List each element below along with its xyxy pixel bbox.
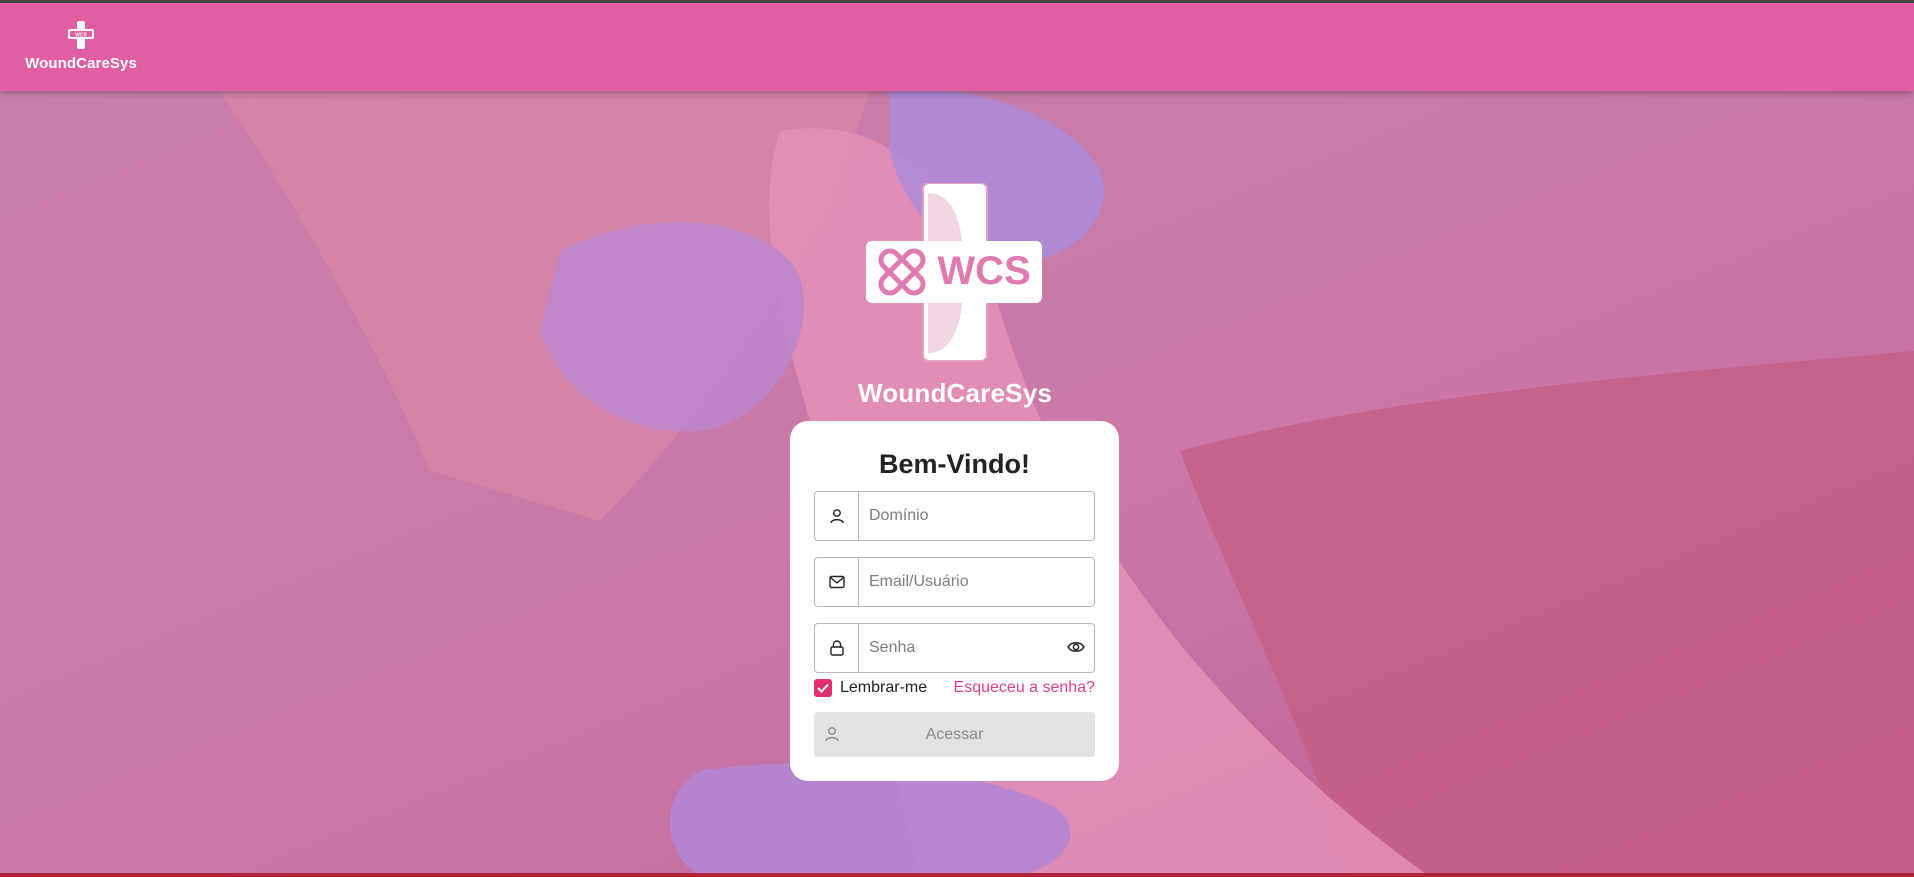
remember-me-label[interactable]: Lembrar-me [840, 679, 927, 697]
remember-me: Lembrar-me [814, 679, 927, 697]
submit-button-label: Acessar [925, 725, 984, 743]
password-input[interactable] [858, 623, 1095, 673]
login-card: Bem-Vindo! Domínio Email/Usuário Lembrar… [790, 421, 1119, 781]
eye-icon[interactable] [1067, 638, 1085, 656]
login-page: WCS WoundCareSys WCS WoundCareSys Bem-Vi… [0, 0, 1914, 877]
domain-addon [814, 491, 858, 541]
email-field-group [814, 557, 1095, 607]
password-addon [814, 623, 858, 673]
domain-input[interactable] [858, 491, 1095, 541]
hero-brand-name: WoundCareSys [857, 378, 1053, 408]
navbar-brand[interactable]: WCS WoundCareSys [25, 21, 137, 72]
brand-logo-icon: WCS [68, 21, 94, 49]
top-navbar: WCS WoundCareSys [0, 3, 1914, 91]
window-top-border [0, 0, 1914, 3]
remember-me-checkbox[interactable] [814, 679, 832, 697]
svg-text:WCS: WCS [937, 249, 1030, 293]
hero-logo: WCS [864, 182, 1044, 373]
navbar-brand-name: WoundCareSys [25, 55, 137, 72]
email-addon [814, 557, 858, 607]
user-icon [829, 509, 844, 524]
lock-icon [829, 640, 844, 656]
user-icon [825, 727, 839, 742]
welcome-heading: Bem-Vindo! [878, 449, 1030, 479]
email-input[interactable] [858, 557, 1095, 607]
svg-text:WCS: WCS [75, 33, 87, 39]
bottom-strip [0, 873, 1914, 877]
forgot-password-link[interactable]: Esqueceu a senha? [954, 679, 1095, 697]
check-icon [817, 683, 829, 693]
submit-button[interactable]: Acessar [814, 712, 1095, 757]
password-field-group [814, 623, 1095, 673]
envelope-icon [828, 575, 845, 589]
domain-field-group [814, 491, 1095, 541]
bandage-cross-logo-icon: WCS [866, 182, 1042, 362]
